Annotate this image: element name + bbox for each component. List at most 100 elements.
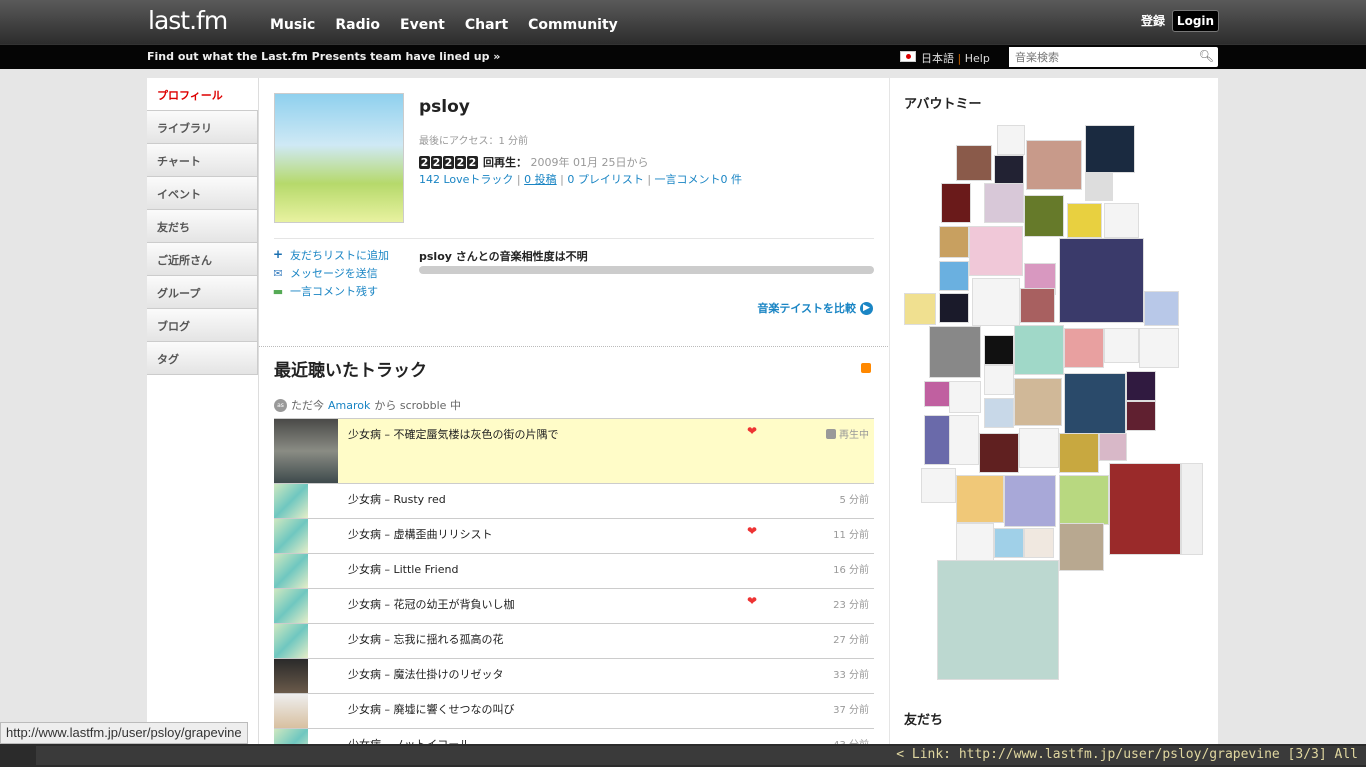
search-icon[interactable]: 🔍︎ <box>1199 49 1214 63</box>
track-name[interactable]: 少女病 – Rusty red <box>348 491 446 507</box>
track-row[interactable]: 少女病 – 廃墟に響くせつなの叫び 37 分前 <box>274 694 874 729</box>
album-cover-thumb[interactable] <box>984 398 1014 428</box>
heart-icon[interactable]: ❤ <box>747 524 757 538</box>
scrobble-app-link[interactable]: Amarok <box>328 399 370 412</box>
sidebar-item-events[interactable]: イベント <box>147 177 258 210</box>
album-cover-thumb[interactable] <box>924 415 950 465</box>
track-name[interactable]: 少女病 – 魔法仕掛けのリゼッタ <box>348 666 504 682</box>
album-cover-thumb[interactable] <box>1139 328 1179 368</box>
album-art[interactable] <box>274 694 308 728</box>
album-cover-thumb[interactable] <box>1059 433 1099 473</box>
album-cover-thumb[interactable] <box>941 183 971 223</box>
sidebar-item-friends[interactable]: 友だち <box>147 210 258 243</box>
album-art[interactable] <box>274 624 308 658</box>
leave-shout-link[interactable]: 一言コメント残す <box>290 283 378 299</box>
send-message-link[interactable]: メッセージを送信 <box>290 265 378 281</box>
track-row[interactable]: 少女病 – 魔法仕掛けのリゼッタ 33 分前 <box>274 659 874 694</box>
album-art[interactable] <box>274 519 308 553</box>
album-cover-thumb[interactable] <box>994 528 1024 558</box>
track-name[interactable]: 少女病 – 忘我に揺れる孤高の花 <box>348 631 504 647</box>
nav-event[interactable]: Event <box>400 17 445 33</box>
search-input[interactable] <box>1009 47 1189 67</box>
nav-community[interactable]: Community <box>528 17 618 33</box>
album-cover-thumb[interactable] <box>929 326 981 378</box>
album-cover-thumb[interactable] <box>1059 238 1144 323</box>
track-row[interactable]: 少女病 – 花冠の幼王が背負いし枷 ❤ 23 分前 <box>274 589 874 624</box>
promo-link[interactable]: Find out what the Last.fm Presents team … <box>147 50 500 63</box>
sidebar-item-charts[interactable]: チャート <box>147 144 258 177</box>
album-cover-thumb[interactable] <box>937 560 1059 680</box>
album-cover-thumb[interactable] <box>939 226 969 258</box>
language-link[interactable]: 日本語 <box>921 52 954 65</box>
album-cover-thumb[interactable] <box>956 523 994 561</box>
login-button[interactable]: Login <box>1172 10 1219 32</box>
album-cover-thumb[interactable] <box>997 125 1025 155</box>
album-cover-thumb[interactable] <box>1024 528 1054 558</box>
album-cover-thumb[interactable] <box>1104 328 1139 363</box>
album-cover-thumb[interactable] <box>1144 291 1179 326</box>
sidebar-item-profile[interactable]: プロフィール <box>147 78 258 111</box>
nav-music[interactable]: Music <box>270 17 315 33</box>
album-cover-thumb[interactable] <box>956 145 992 181</box>
album-cover-thumb[interactable] <box>1181 463 1203 555</box>
album-cover-thumb[interactable] <box>969 226 1023 276</box>
album-cover-thumb[interactable] <box>949 381 981 413</box>
album-cover-thumb[interactable] <box>1014 378 1062 426</box>
track-row[interactable]: 少女病 – Little Friend 16 分前 <box>274 554 874 589</box>
nav-chart[interactable]: Chart <box>465 17 508 33</box>
track-name[interactable]: 少女病 – 不確定蜃気楼は灰色の街の片隅で <box>348 426 559 442</box>
album-cover-thumb[interactable] <box>1085 173 1113 201</box>
register-link[interactable]: 登録 <box>1141 12 1165 29</box>
playlists-link[interactable]: 0 プレイリスト <box>567 173 644 186</box>
posts-link[interactable]: 0 投稿 <box>524 173 557 186</box>
album-art[interactable] <box>274 554 308 588</box>
add-friend-link[interactable]: 友だちリストに追加 <box>290 247 389 263</box>
album-cover-thumb[interactable] <box>1064 328 1104 368</box>
album-art[interactable] <box>274 419 338 483</box>
album-cover-thumb[interactable] <box>956 475 1004 523</box>
lastfm-logo[interactable]: last.fm <box>148 6 228 35</box>
album-cover-thumb[interactable] <box>949 415 979 465</box>
track-row[interactable]: 少女病 – 忘我に揺れる孤高の花 27 分前 <box>274 624 874 659</box>
rss-icon[interactable] <box>861 363 871 373</box>
album-cover-thumb[interactable] <box>1014 325 1064 375</box>
album-cover-thumb[interactable] <box>1004 475 1056 527</box>
shouts-link[interactable]: 一言コメント0 件 <box>655 173 743 186</box>
track-row[interactable]: 少女病 – Rusty red 5 分前 <box>274 484 874 519</box>
album-cover-thumb[interactable] <box>1067 203 1102 238</box>
album-cover-thumb[interactable] <box>1019 428 1059 468</box>
track-row[interactable]: 少女病 – 不確定蜃気楼は灰色の街の片隅で ❤ 再生中 <box>274 419 874 484</box>
sidebar-item-neighbours[interactable]: ご近所さん <box>147 243 258 276</box>
album-cover-thumb[interactable] <box>924 381 950 407</box>
album-cover-thumb[interactable] <box>979 433 1019 473</box>
album-cover-thumb[interactable] <box>1024 195 1064 237</box>
leave-shout-action[interactable]: ▬ 一言コメント残す <box>271 282 389 300</box>
sidebar-item-groups[interactable]: グループ <box>147 276 258 309</box>
album-cover-thumb[interactable] <box>1026 140 1082 190</box>
album-cover-thumb[interactable] <box>1085 125 1135 173</box>
album-cover-thumb[interactable] <box>1059 475 1109 525</box>
add-friend-action[interactable]: ➕︎ 友だちリストに追加 <box>271 246 389 264</box>
album-cover-thumb[interactable] <box>984 365 1014 395</box>
sidebar-item-blog[interactable]: ブログ <box>147 309 258 342</box>
heart-icon[interactable]: ❤ <box>747 594 757 608</box>
track-name[interactable]: 少女病 – 花冠の幼王が背負いし枷 <box>348 596 515 612</box>
album-cover-thumb[interactable] <box>984 335 1014 365</box>
heart-icon[interactable]: ❤ <box>747 424 757 438</box>
track-name[interactable]: 少女病 – Little Friend <box>348 561 458 577</box>
user-avatar[interactable] <box>274 93 404 223</box>
album-cover-thumb[interactable] <box>994 155 1024 185</box>
track-name[interactable]: 少女病 – 虚構歪曲リリシスト <box>348 526 493 542</box>
album-cover-thumb[interactable] <box>1109 463 1181 555</box>
album-art[interactable] <box>274 484 308 518</box>
sidebar-item-library[interactable]: ライブラリ <box>147 111 258 144</box>
album-cover-thumb[interactable] <box>939 293 969 323</box>
album-cover-thumb[interactable] <box>1126 401 1156 431</box>
album-art[interactable] <box>274 659 308 693</box>
send-message-action[interactable]: ✉︎ メッセージを送信 <box>271 264 389 282</box>
album-cover-thumb[interactable] <box>1059 523 1104 571</box>
album-cover-thumb[interactable] <box>939 261 969 291</box>
nav-radio[interactable]: Radio <box>335 17 380 33</box>
album-cover-thumb[interactable] <box>1020 288 1055 323</box>
sidebar-item-tags[interactable]: タグ <box>147 342 258 375</box>
